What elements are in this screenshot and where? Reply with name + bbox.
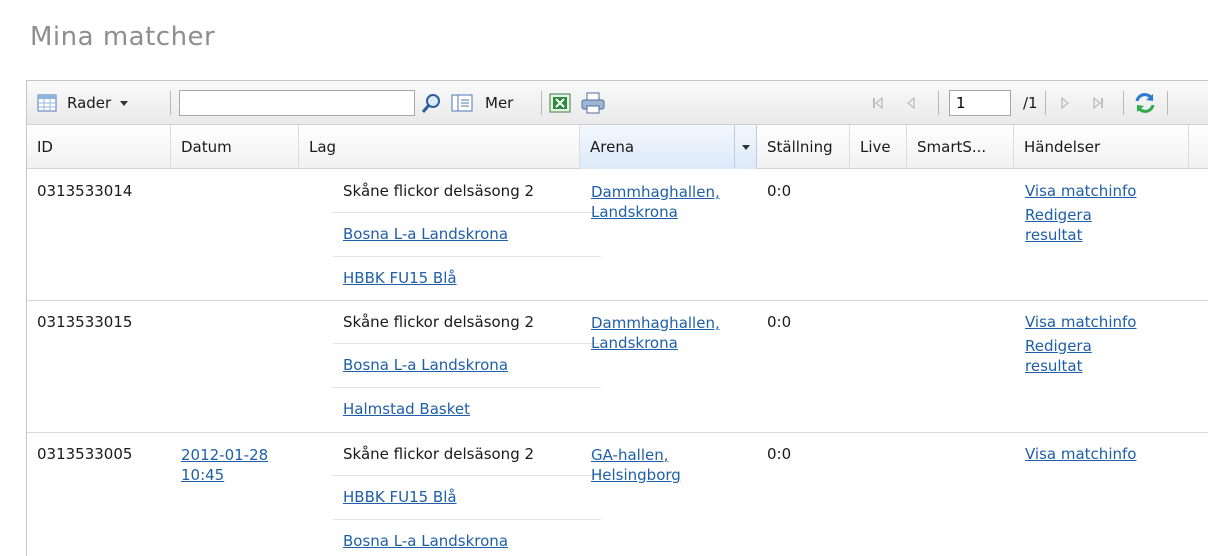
columns-icon bbox=[451, 94, 473, 112]
match-id: 0313533015 bbox=[37, 313, 133, 331]
column-header-lag[interactable]: Lag bbox=[299, 125, 580, 169]
match-id: 0313533005 bbox=[37, 445, 133, 463]
column-header-label: SmartS... bbox=[917, 138, 987, 156]
match-date: 2012-01-28 bbox=[181, 446, 269, 464]
arena-link[interactable]: Dammhaghallen, Landskrona bbox=[591, 313, 720, 353]
column-header-label: Datum bbox=[181, 138, 232, 156]
grid-icon bbox=[37, 94, 57, 112]
rows-menu-label: Rader bbox=[67, 94, 112, 112]
away-team-link[interactable]: Halmstad Basket bbox=[343, 400, 470, 418]
export-excel-button[interactable] bbox=[549, 81, 573, 125]
printer-icon bbox=[581, 92, 605, 114]
column-header-stallning[interactable]: Ställning bbox=[757, 125, 850, 169]
refresh-button[interactable] bbox=[1133, 81, 1157, 125]
toolbar-separator bbox=[1045, 91, 1046, 115]
arena-city: Landskrona bbox=[591, 334, 678, 352]
competition-name: Skåne flickor delsäsong 2 bbox=[343, 182, 535, 200]
arena-city: Helsingborg bbox=[591, 466, 681, 484]
toolbar-separator bbox=[541, 91, 542, 115]
competition-name: Skåne flickor delsäsong 2 bbox=[343, 313, 535, 331]
next-page-button[interactable] bbox=[1057, 81, 1073, 125]
divider bbox=[333, 387, 601, 388]
home-team-link[interactable]: HBBK FU15 Blå bbox=[343, 488, 457, 506]
excel-icon bbox=[549, 93, 571, 113]
edit-result-line1: Redigera bbox=[1025, 337, 1092, 355]
column-header-smarts[interactable]: SmartS... bbox=[907, 125, 1014, 169]
page-number-input[interactable] bbox=[949, 90, 1011, 116]
home-team-link[interactable]: Bosna L-a Landskrona bbox=[343, 356, 508, 374]
arena-city: Landskrona bbox=[591, 203, 678, 221]
more-button[interactable]: Mer bbox=[451, 81, 513, 125]
toolbar-separator bbox=[938, 91, 939, 115]
column-header-id[interactable]: ID bbox=[27, 125, 171, 169]
grid-header: ID Datum Lag Arena Ställning Live SmartS… bbox=[27, 125, 1208, 169]
caret-down-icon bbox=[120, 101, 129, 106]
match-id: 0313533014 bbox=[37, 182, 133, 200]
search-input[interactable] bbox=[179, 90, 415, 116]
next-page-icon bbox=[1061, 96, 1069, 110]
divider bbox=[333, 256, 601, 257]
column-header-label: Händelser bbox=[1024, 138, 1101, 156]
view-match-info-link[interactable]: Visa matchinfo bbox=[1025, 445, 1136, 463]
edit-result-line2: resultat bbox=[1025, 226, 1083, 244]
table-row: 0313533014 Skåne flickor delsäsong 2 Bos… bbox=[27, 170, 1208, 301]
score: 0:0 bbox=[767, 313, 792, 331]
divider bbox=[333, 519, 601, 520]
toolbar-separator bbox=[1167, 91, 1168, 115]
column-header-label: Ställning bbox=[767, 138, 833, 156]
first-page-button[interactable] bbox=[870, 81, 886, 125]
column-header-arena[interactable]: Arena bbox=[580, 125, 757, 169]
column-header-label: ID bbox=[37, 138, 53, 156]
competition-name: Skåne flickor delsäsong 2 bbox=[343, 445, 535, 463]
prev-page-button[interactable] bbox=[903, 81, 919, 125]
arena-link[interactable]: GA-hallen, Helsingborg bbox=[591, 445, 681, 485]
score: 0:0 bbox=[767, 182, 792, 200]
total-pages: /1 bbox=[1023, 94, 1038, 112]
page-title: Mina matcher bbox=[30, 22, 216, 52]
home-team-link[interactable]: Bosna L-a Landskrona bbox=[343, 225, 508, 243]
column-header-label: Live bbox=[860, 138, 891, 156]
divider bbox=[333, 475, 601, 476]
away-team-link[interactable]: HBBK FU15 Blå bbox=[343, 269, 457, 287]
edit-result-line1: Redigera bbox=[1025, 206, 1092, 224]
toolbar-separator bbox=[1123, 91, 1124, 115]
table-row: 0313533015 Skåne flickor delsäsong 2 Bos… bbox=[27, 301, 1208, 433]
view-match-info-link[interactable]: Visa matchinfo bbox=[1025, 313, 1136, 331]
match-time: 10:45 bbox=[181, 466, 225, 484]
edit-result-link[interactable]: Redigera resultat bbox=[1025, 205, 1092, 245]
magnifier-icon bbox=[421, 94, 440, 113]
column-header-label: Arena bbox=[590, 138, 635, 156]
toolbar-separator bbox=[170, 91, 171, 115]
column-header-label: Lag bbox=[309, 138, 337, 156]
edit-result-line2: resultat bbox=[1025, 357, 1083, 375]
caret-down-icon bbox=[741, 144, 750, 150]
match-datetime-link[interactable]: 2012-01-28 10:45 bbox=[181, 445, 268, 485]
prev-page-icon bbox=[907, 96, 915, 110]
column-header-datum[interactable]: Datum bbox=[171, 125, 299, 169]
rows-menu-button[interactable]: Rader bbox=[37, 81, 131, 125]
divider bbox=[333, 212, 601, 213]
last-page-button[interactable] bbox=[1090, 81, 1106, 125]
print-button[interactable] bbox=[580, 81, 606, 125]
edit-result-link[interactable]: Redigera resultat bbox=[1025, 336, 1092, 376]
arena-name: Dammhaghallen, bbox=[591, 183, 720, 201]
column-header-handelser[interactable]: Händelser bbox=[1014, 125, 1189, 169]
more-label: Mer bbox=[485, 94, 514, 112]
grid-toolbar: Rader Mer 1 /1 bbox=[27, 81, 1208, 125]
column-header-live[interactable]: Live bbox=[850, 125, 907, 169]
last-page-icon bbox=[1093, 96, 1103, 110]
matches-grid: Rader Mer 1 /1 ID Datum Lag Arena Ställn… bbox=[26, 80, 1208, 556]
search-button[interactable] bbox=[421, 81, 443, 125]
column-menu-button[interactable] bbox=[734, 125, 756, 168]
refresh-icon bbox=[1135, 93, 1155, 113]
first-page-icon bbox=[873, 96, 883, 110]
table-row: 0313533005 2012-01-28 10:45 Skåne flicko… bbox=[27, 433, 1208, 556]
view-match-info-link[interactable]: Visa matchinfo bbox=[1025, 182, 1136, 200]
arena-name: GA-hallen, bbox=[591, 446, 669, 464]
away-team-link[interactable]: Bosna L-a Landskrona bbox=[343, 532, 508, 550]
arena-name: Dammhaghallen, bbox=[591, 314, 720, 332]
score: 0:0 bbox=[767, 445, 792, 463]
arena-link[interactable]: Dammhaghallen, Landskrona bbox=[591, 182, 720, 222]
divider bbox=[333, 343, 601, 344]
